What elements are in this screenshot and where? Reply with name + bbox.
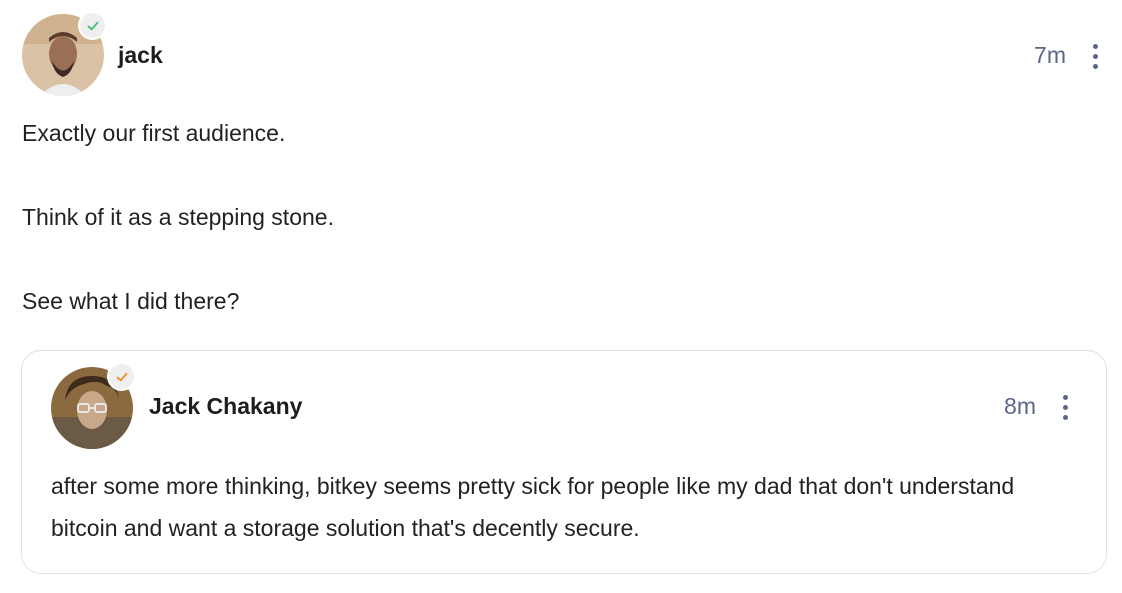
quoted-post-timestamp[interactable]: 8m	[1004, 393, 1036, 420]
author-name[interactable]: jack	[118, 42, 163, 69]
quoted-post[interactable]: Jack Chakany 8m after some more thinking…	[21, 350, 1107, 574]
post-paragraph: See what I did there?	[22, 288, 240, 314]
post-paragraph: Think of it as a stepping stone.	[22, 204, 334, 230]
post-header: jack 7m	[22, 11, 1108, 98]
post: jack 7m Exactly our first audience. Thin…	[22, 11, 1108, 314]
quoted-post-text: after some more thinking, bitkey seems p…	[51, 473, 1015, 541]
more-options-icon[interactable]	[1090, 42, 1100, 72]
more-options-icon[interactable]	[1060, 393, 1070, 423]
post-timestamp[interactable]: 7m	[1034, 42, 1066, 69]
check-icon	[87, 21, 98, 30]
check-icon	[116, 372, 127, 381]
verified-badge	[78, 11, 107, 40]
post-paragraph: Exactly our first audience.	[22, 120, 286, 146]
quoted-author-name[interactable]: Jack Chakany	[149, 393, 302, 420]
verified-badge	[107, 362, 136, 391]
